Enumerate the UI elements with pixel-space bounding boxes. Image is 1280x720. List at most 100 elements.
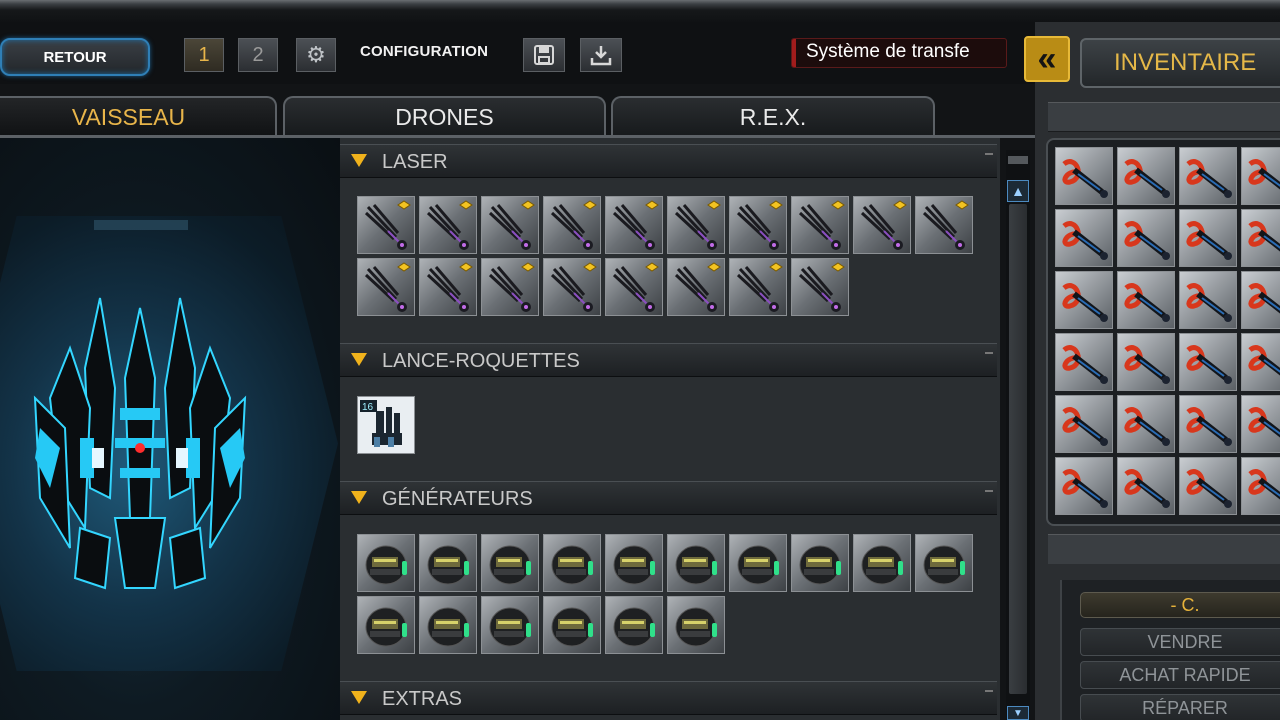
inventory-slot[interactable]	[1179, 271, 1237, 329]
equipment-slot[interactable]	[729, 196, 787, 254]
back-button[interactable]: RETOUR	[0, 38, 150, 76]
equipment-slot[interactable]	[791, 196, 849, 254]
inventory-slot[interactable]	[1179, 333, 1237, 391]
equipment-slot[interactable]	[667, 534, 725, 592]
inventory-slot[interactable]	[1241, 457, 1280, 515]
equipment-slot[interactable]	[543, 534, 601, 592]
equipment-slot[interactable]	[357, 258, 415, 316]
red-laser-icon	[1248, 345, 1280, 376]
red-laser-icon	[1248, 221, 1280, 252]
equipment-slot[interactable]	[419, 534, 477, 592]
config-switch-button[interactable]: ⚙	[296, 38, 336, 72]
red-laser-icon	[1248, 469, 1280, 500]
equipment-slot[interactable]	[357, 196, 415, 254]
sell-button[interactable]: VENDRE	[1080, 628, 1280, 656]
config-2-button[interactable]: 2	[238, 38, 278, 72]
category-header-rocket-launcher[interactable]: LANCE-ROQUETTES	[340, 343, 997, 377]
laser-cannon-icon	[488, 262, 535, 312]
inventory-slot[interactable]	[1055, 333, 1113, 391]
quick-buy-button[interactable]: ACHAT RAPIDE	[1080, 661, 1280, 689]
inventory-slot[interactable]	[1117, 209, 1175, 267]
equipment-slot[interactable]	[853, 196, 911, 254]
equipment-slot[interactable]	[481, 596, 539, 654]
equipment-slot[interactable]	[605, 258, 663, 316]
category-name: LASER	[382, 151, 448, 173]
inventory-slot[interactable]	[1117, 333, 1175, 391]
inventory-slot[interactable]	[1241, 333, 1280, 391]
equipment-slot[interactable]	[481, 196, 539, 254]
inventory-slot[interactable]	[1117, 147, 1175, 205]
red-laser-icon	[1062, 407, 1108, 446]
transfer-system-button[interactable]: Système de transfe	[791, 38, 1007, 68]
generator-icon	[427, 545, 469, 585]
equipment-slot[interactable]	[729, 534, 787, 592]
equipment-slot[interactable]	[605, 596, 663, 654]
collapse-inventory-button[interactable]: «	[1024, 36, 1070, 82]
equipment-slot[interactable]	[667, 596, 725, 654]
scroll-up-button[interactable]: ▲	[1007, 180, 1029, 202]
laser-cannon-icon	[798, 200, 845, 250]
equipment-slot[interactable]	[853, 534, 911, 592]
save-config-button[interactable]	[523, 38, 565, 72]
equipment-slot[interactable]	[667, 196, 725, 254]
inventory-slot[interactable]	[1241, 395, 1280, 453]
inventory-slot[interactable]	[1179, 209, 1237, 267]
inventory-deco-bar	[1048, 102, 1280, 132]
equipment-slot[interactable]	[791, 258, 849, 316]
laser-cannon-icon	[364, 262, 411, 312]
equipment-slot[interactable]	[357, 596, 415, 654]
inventory-slot[interactable]	[1055, 395, 1113, 453]
inventory-slot[interactable]	[1241, 147, 1280, 205]
inventory-slot[interactable]	[1055, 457, 1113, 515]
inventory-slot[interactable]	[1179, 457, 1237, 515]
tab-drones[interactable]: DRONES	[283, 96, 606, 136]
inventory-slot[interactable]	[1179, 147, 1237, 205]
equipment-slot[interactable]	[543, 596, 601, 654]
laser-cannon-icon	[488, 200, 535, 250]
rocket-launcher-icon: 16	[358, 397, 414, 453]
inventory-slot[interactable]	[1117, 457, 1175, 515]
red-laser-icon	[1186, 407, 1232, 446]
equipment-slot[interactable]	[419, 596, 477, 654]
equipment-slot[interactable]: 16	[357, 396, 415, 454]
equipment-slot[interactable]	[419, 258, 477, 316]
equipment-slot[interactable]	[543, 196, 601, 254]
inventory-slot[interactable]	[1117, 395, 1175, 453]
category-header-extras[interactable]: EXTRAS	[340, 681, 997, 715]
equipment-slot[interactable]	[791, 534, 849, 592]
inventory-slot[interactable]	[1117, 271, 1175, 329]
inventory-slot[interactable]	[1241, 271, 1280, 329]
equipment-slot[interactable]	[915, 196, 973, 254]
equipment-slot[interactable]	[419, 196, 477, 254]
config-1-button[interactable]: 1	[184, 38, 224, 72]
load-config-button[interactable]	[580, 38, 622, 72]
category-header-generators[interactable]: GÉNÉRATEURS	[340, 481, 997, 515]
equipment-slot[interactable]	[915, 534, 973, 592]
tab-rex[interactable]: R.E.X.	[611, 96, 935, 136]
equipment-slot[interactable]	[543, 258, 601, 316]
red-laser-icon	[1062, 221, 1108, 260]
equipment-slot[interactable]	[605, 534, 663, 592]
equipment-slot[interactable]	[481, 534, 539, 592]
double-chevron-left-icon: «	[1037, 39, 1057, 78]
inventory-slot[interactable]	[1179, 395, 1237, 453]
generator-icon	[365, 545, 407, 585]
inventory-slot[interactable]	[1055, 271, 1113, 329]
inventory-slot[interactable]	[1241, 209, 1280, 267]
inventory-slot[interactable]	[1055, 147, 1113, 205]
rocket-launcher-slot-grid: 16	[357, 396, 973, 454]
scroll-down-button[interactable]: ▼	[1007, 706, 1029, 720]
equipment-slot[interactable]	[357, 534, 415, 592]
red-laser-icon	[1124, 407, 1170, 446]
tab-vaisseau[interactable]: VAISSEAU	[0, 96, 277, 136]
scrollbar-thumb[interactable]	[1009, 204, 1027, 694]
repair-button[interactable]: RÉPARER	[1080, 694, 1280, 720]
inventory-slot[interactable]	[1055, 209, 1113, 267]
equipment-slot[interactable]	[605, 196, 663, 254]
ship-preview-panel	[0, 138, 340, 720]
equipment-slot[interactable]	[481, 258, 539, 316]
category-header-laser[interactable]: LASER	[340, 144, 997, 178]
equipment-slot[interactable]	[667, 258, 725, 316]
equipment-scrollbar[interactable]: ▲ ▼	[1006, 150, 1030, 720]
equipment-slot[interactable]	[729, 258, 787, 316]
